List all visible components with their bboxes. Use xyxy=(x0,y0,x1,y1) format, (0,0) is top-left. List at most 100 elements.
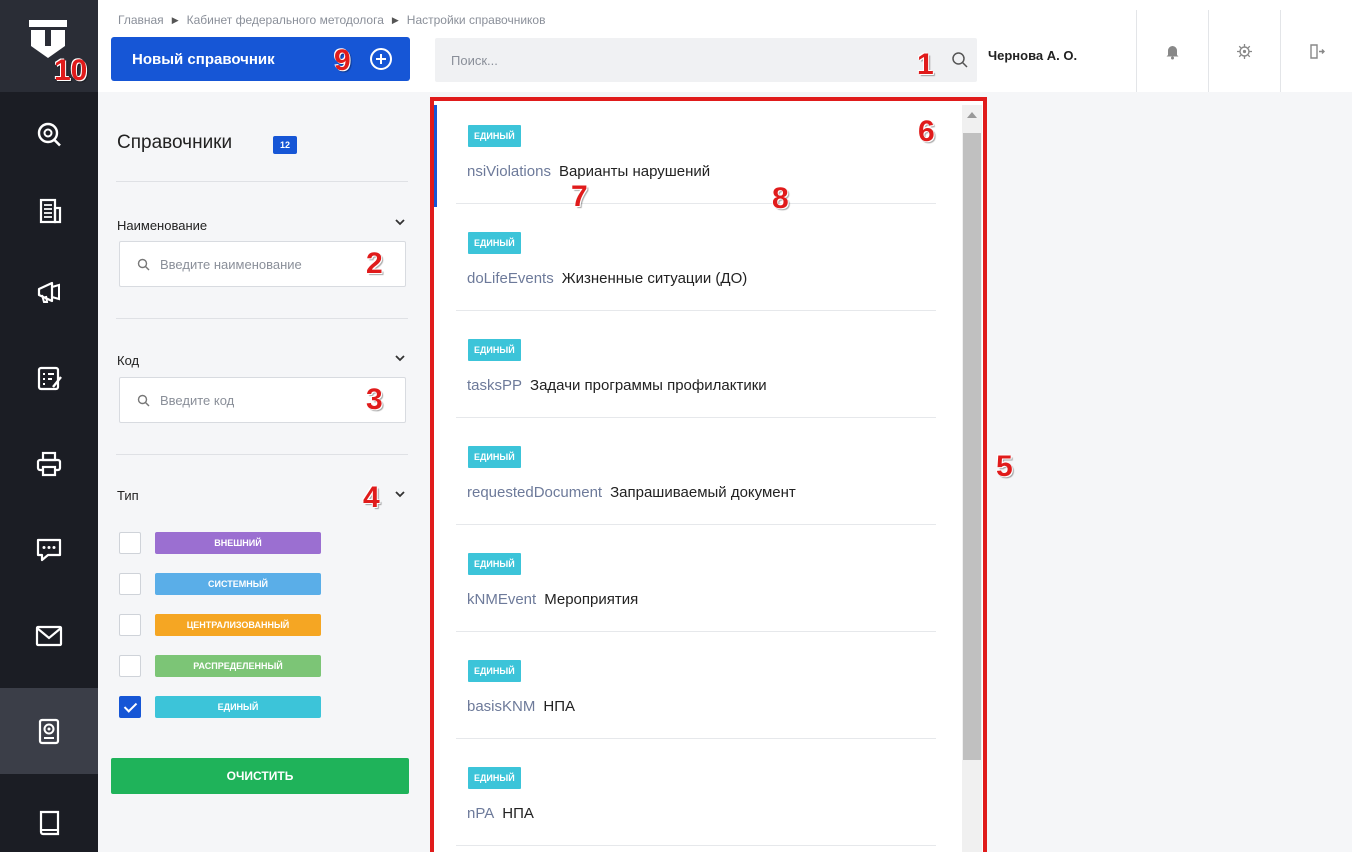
rail-item-announcements[interactable] xyxy=(0,249,98,335)
reference-name: Запрашиваемый документ xyxy=(610,484,796,501)
notifications-button[interactable] xyxy=(1136,10,1208,92)
checkbox-checked[interactable] xyxy=(119,696,141,718)
list-item[interactable]: единый basisKNM НПА xyxy=(434,632,954,739)
list-item-text: nsiViolations Варианты нарушений xyxy=(467,163,710,180)
search-icon xyxy=(137,394,150,407)
search-icon[interactable] xyxy=(951,51,969,69)
rail-item-library[interactable] xyxy=(0,780,98,852)
type-filter-option[interactable]: распределенный xyxy=(119,654,321,678)
type-filter-option[interactable]: системный xyxy=(119,572,321,596)
mail-icon xyxy=(35,625,63,647)
left-rail xyxy=(0,0,98,852)
divider xyxy=(116,181,408,182)
reference-code: doLifeEvents xyxy=(467,270,554,287)
chevron-down-icon[interactable] xyxy=(394,218,406,226)
search-icon xyxy=(137,258,150,271)
rail-item-reference-settings[interactable] xyxy=(0,688,98,774)
rail-item-organizations[interactable] xyxy=(0,168,98,254)
annotation-callout: 8 xyxy=(772,182,789,215)
checkbox[interactable] xyxy=(119,573,141,595)
logout-icon xyxy=(1310,43,1325,59)
plus-circle-icon xyxy=(370,48,392,70)
references-count-badge: 12 xyxy=(273,136,297,154)
breadcrumb: Главная ▶ Кабинет федерального методолог… xyxy=(118,13,545,27)
type-filter-option[interactable]: централизованный xyxy=(119,613,321,637)
breadcrumb-separator-icon: ▶ xyxy=(391,14,399,25)
user-name[interactable]: Чернова А. О. xyxy=(988,48,1077,63)
annotation-callout: 5 xyxy=(996,450,1013,483)
type-badge: распределенный xyxy=(155,655,321,677)
list-item-text: tasksPP Задачи программы профилактики xyxy=(467,377,767,394)
code-filter-input[interactable] xyxy=(160,378,400,422)
name-filter-label: Наименование xyxy=(117,218,208,233)
clear-filters-label: очистить xyxy=(226,769,294,783)
breadcrumb-link-home[interactable]: Главная xyxy=(118,13,164,27)
checkbox[interactable] xyxy=(119,532,141,554)
reference-code: requestedDocument xyxy=(467,484,603,501)
list-item[interactable]: единый tasksPP Задачи программы профилакти… xyxy=(434,311,954,418)
list-item[interactable]: единый doLifeEvents Жизненные ситуации (ДО… xyxy=(434,204,954,311)
reference-name: НПА xyxy=(502,805,534,822)
references-list: единый nsiViolations Варианты нарушений еди… xyxy=(434,97,986,852)
list-item-text: nPA НПА xyxy=(467,805,534,822)
type-badge: единый xyxy=(468,232,521,254)
global-search-input[interactable] xyxy=(435,38,935,82)
checkbox[interactable] xyxy=(119,655,141,677)
scrollbar-thumb[interactable] xyxy=(963,133,981,760)
gear-icon xyxy=(1237,43,1252,59)
annotation-callout: 10 xyxy=(54,54,88,87)
reference-code: basisKNM xyxy=(467,698,536,715)
list-item-text: kNMEvent Мероприятия xyxy=(467,591,638,608)
reference-name: Варианты нарушений xyxy=(558,163,711,180)
type-filter-option[interactable]: единый xyxy=(119,695,321,719)
rail-item-print[interactable] xyxy=(0,421,98,507)
name-filter xyxy=(119,241,406,287)
megaphone-icon xyxy=(37,281,60,303)
printer-icon xyxy=(36,451,62,477)
scrollbar[interactable] xyxy=(962,105,982,852)
breadcrumb-current: Настройки справочников xyxy=(406,13,546,27)
chevron-down-icon[interactable] xyxy=(394,490,406,498)
type-badge: единый xyxy=(468,767,521,789)
search-glasses-icon xyxy=(37,122,61,147)
clear-filters-button[interactable]: очистить xyxy=(111,758,409,794)
reference-settings-icon xyxy=(38,718,60,745)
building-icon xyxy=(39,198,62,224)
type-badge: единый xyxy=(468,553,521,575)
list-item[interactable]: единый kNMEvent Мероприятия xyxy=(434,525,954,632)
rail-item-checklists[interactable] xyxy=(0,335,98,421)
type-badge: системный xyxy=(155,573,321,595)
type-badge: единый xyxy=(468,339,521,361)
annotation-callout: 3 xyxy=(366,383,383,416)
rail-item-messages[interactable] xyxy=(0,507,98,593)
list-item[interactable]: единый nsiViolations Варианты нарушений xyxy=(434,97,954,207)
new-reference-button-label: Новый справочник xyxy=(132,50,275,68)
list-item-text: doLifeEvents Жизненные ситуации (ДО) xyxy=(467,270,747,287)
code-filter xyxy=(119,377,406,423)
new-reference-button[interactable]: Новый справочник xyxy=(111,37,410,81)
name-filter-input[interactable] xyxy=(160,242,400,286)
chevron-down-icon[interactable] xyxy=(394,354,406,362)
annotation-callout: 7 xyxy=(571,180,588,213)
checkbox[interactable] xyxy=(119,614,141,636)
type-badge: внешний xyxy=(155,532,321,554)
type-filter-option[interactable]: внешний xyxy=(119,531,321,555)
settings-button[interactable] xyxy=(1208,10,1280,92)
rail-item-search[interactable] xyxy=(0,92,98,178)
book-icon xyxy=(39,810,60,836)
annotation-callout: 2 xyxy=(366,247,383,280)
type-filter-label: Тип xyxy=(117,488,139,503)
scroll-up-icon[interactable] xyxy=(967,112,977,118)
rail-item-mail[interactable] xyxy=(0,593,98,679)
list-item[interactable]: единый requestedDocument Запрашиваемый док… xyxy=(434,418,954,525)
type-badge: единый xyxy=(468,125,521,147)
list-item-text: basisKNM НПА xyxy=(467,698,575,715)
filters-panel: Справочники 12 Наименование Код Тип внеш… xyxy=(98,92,424,852)
reference-name: НПА xyxy=(543,698,575,715)
type-badge: централизованный xyxy=(155,614,321,636)
reference-code: tasksPP xyxy=(467,377,523,394)
logout-button[interactable] xyxy=(1280,10,1352,92)
breadcrumb-link-cabinet[interactable]: Кабинет федерального методолога xyxy=(187,13,384,27)
list-item[interactable]: единый nPA НПА xyxy=(434,739,954,846)
list-item-text: requestedDocument Запрашиваемый документ xyxy=(467,484,796,501)
